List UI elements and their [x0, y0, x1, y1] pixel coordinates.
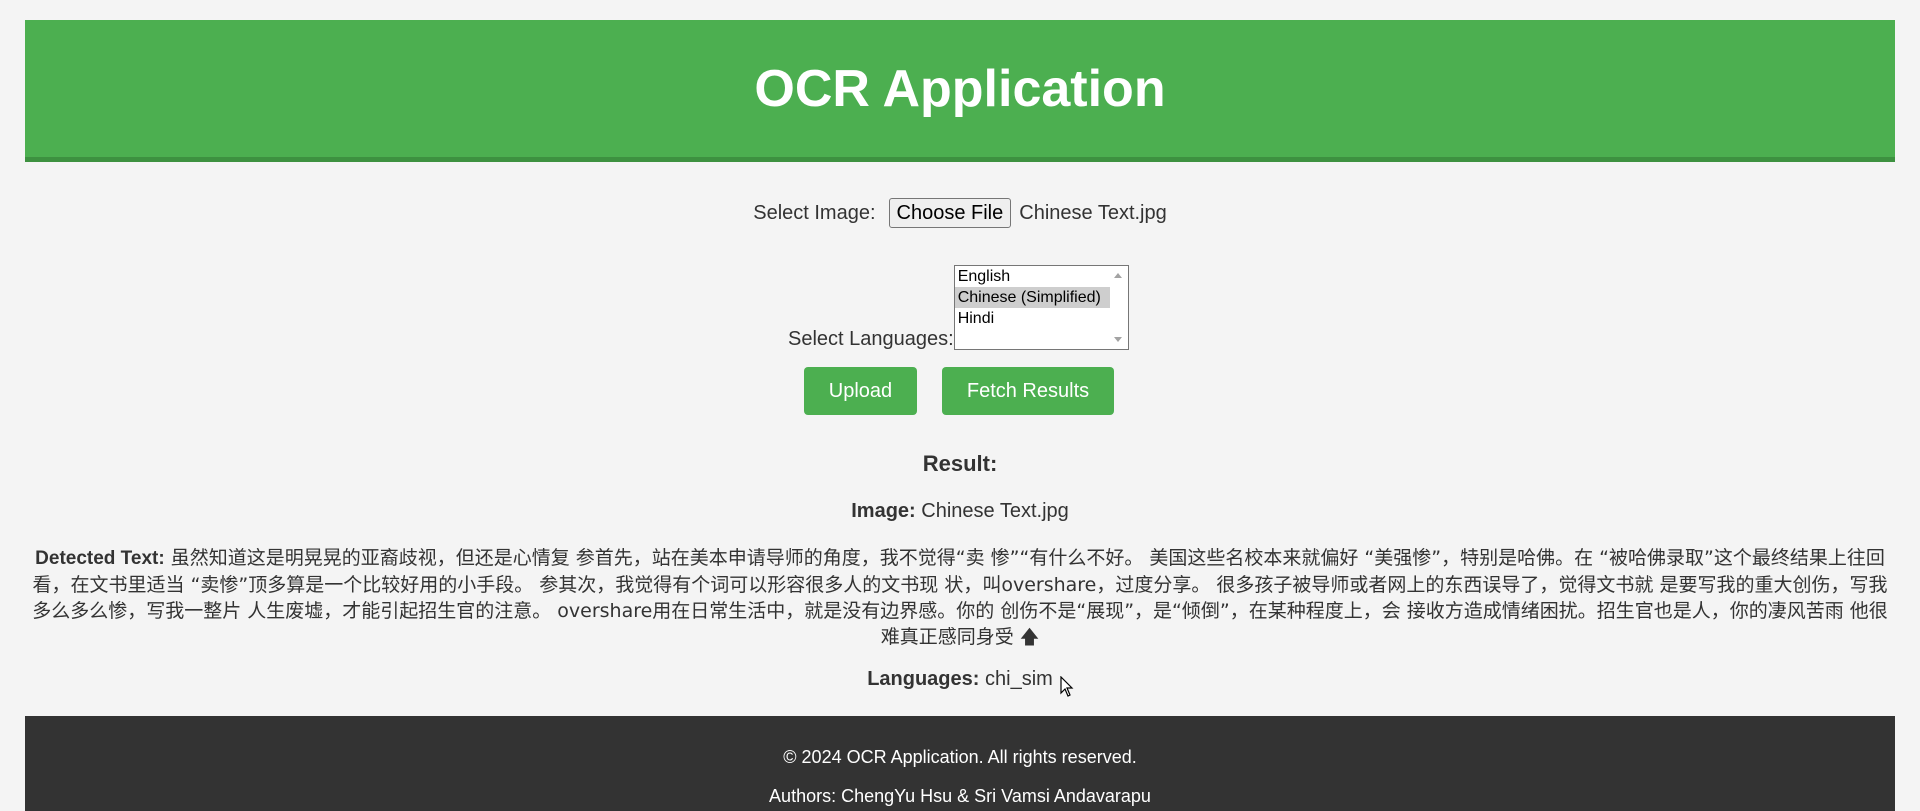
detected-text-label: Detected Text: — [35, 548, 165, 569]
result-image-value: Chinese Text.jpg — [921, 500, 1069, 522]
scroll-up-arrow-icon[interactable] — [1113, 273, 1122, 278]
page: OCR Application Select Image: Choose Fil… — [0, 0, 1920, 811]
result-image-label: Image: — [851, 500, 916, 522]
select-image-label: Select Image: — [753, 201, 876, 224]
language-option-english[interactable]: English — [955, 266, 1111, 287]
action-buttons: Upload Fetch Results — [804, 367, 1114, 415]
mouse-pointer-icon — [1060, 676, 1074, 697]
page-title: OCR Application — [754, 59, 1166, 118]
result-languages-line: Languages: chi_sim — [0, 668, 1920, 691]
file-select-row: Select Image: Choose File Chinese Text.j… — [0, 198, 1920, 228]
detected-text-value: 虽然知道这是明晃晃的亚裔歧视，但还是心情复 参首先，站在美本申请导师的角度，我不… — [32, 547, 1888, 648]
languages-listbox[interactable]: English Chinese (Simplified) Hindi — [953, 265, 1129, 350]
selected-file-name: Chinese Text.jpg — [1019, 201, 1167, 224]
select-languages-label: Select Languages: — [788, 328, 954, 350]
detected-text-block: Detected Text: 虽然知道这是明晃晃的亚裔歧视，但还是心情复 参首先… — [30, 545, 1890, 650]
scroll-down-arrow-icon[interactable] — [1113, 337, 1122, 342]
choose-file-button[interactable]: Choose File — [888, 198, 1012, 228]
footer: © 2024 OCR Application. All rights reser… — [25, 716, 1895, 811]
upload-button[interactable]: Upload — [804, 367, 917, 415]
fetch-results-button[interactable]: Fetch Results — [942, 367, 1114, 415]
language-option-hindi[interactable]: Hindi — [955, 308, 1111, 329]
result-languages-label: Languages: — [867, 668, 980, 690]
footer-copyright: © 2024 OCR Application. All rights reser… — [783, 747, 1137, 767]
result-image-line: Image: Chinese Text.jpg — [0, 500, 1920, 523]
result-languages-value: chi_sim — [985, 668, 1053, 690]
listbox-scrollbar[interactable] — [1109, 267, 1127, 348]
language-select-row: Select Languages: English Chinese (Simpl… — [788, 265, 1129, 350]
result-heading: Result: — [922, 451, 998, 476]
language-option-chinese-simplified[interactable]: Chinese (Simplified) — [954, 287, 1111, 308]
up-arrow-icon: 🡅 — [1019, 626, 1040, 648]
footer-authors: Authors: ChengYu Hsu & Sri Vamsi Andavar… — [769, 786, 1151, 806]
header-banner: OCR Application — [25, 20, 1895, 162]
